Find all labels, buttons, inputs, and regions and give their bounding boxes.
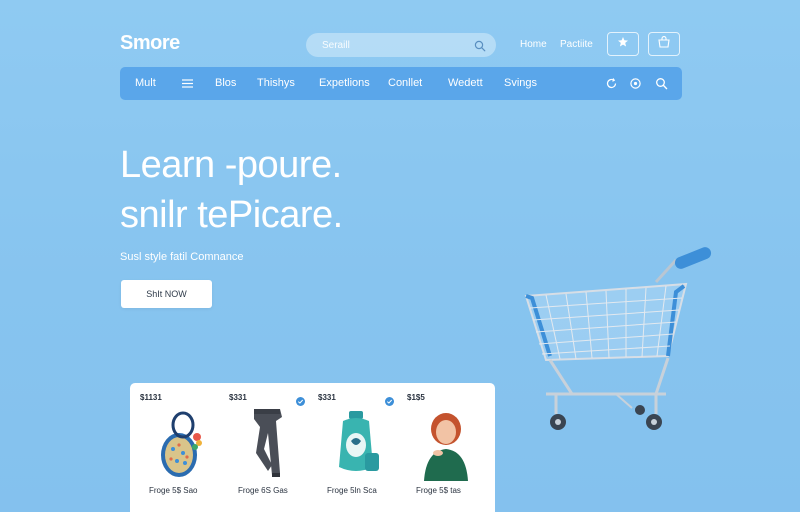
nav-item-expetlions[interactable]: Expetlions [319,77,370,89]
hero-subtitle: Susl style fatil Comnance [120,251,244,263]
refresh-icon[interactable] [605,77,618,90]
search-input[interactable] [320,38,474,52]
product-card[interactable]: $1$5 Froge 5$ tas [404,389,487,512]
product-card[interactable]: $331 Froge 5ln Sca [315,389,398,512]
shop-now-button[interactable]: ShIt NOW [121,280,212,308]
nav-link-home[interactable]: Home [520,39,547,50]
nav-link-pactiite[interactable]: Pactiite [560,39,593,50]
product-card[interactable]: $1131 Froge 5$ Sao [137,389,220,512]
bag-icon [657,35,671,53]
product-card[interactable]: $331 Froge 6S Gas [226,389,309,512]
nav-search-icon[interactable] [655,77,668,90]
shopping-cart-illustration [516,244,720,436]
search-icon[interactable] [474,39,486,52]
product-image-charm-bag [143,403,215,481]
product-price: $331 [318,393,336,402]
nav-item-blos[interactable]: Blos [215,77,236,89]
product-image-pants [232,403,304,481]
product-name: Froge 5ln Sca [327,486,377,495]
product-name: Froge 5$ tas [416,486,461,495]
product-price: $331 [229,393,247,402]
nav-item-mult[interactable]: Mult [135,77,156,89]
nav-item-thishys[interactable]: Thishys [257,77,295,89]
nav-item-wedett[interactable]: Wedett [448,77,483,89]
product-image-bottle [321,403,393,481]
favorites-button[interactable] [607,32,639,56]
search-bar[interactable] [306,33,496,57]
menu-icon[interactable] [181,77,194,90]
product-name: Froge 5$ Sao [149,486,198,495]
product-panel: $1131 Froge 5$ Sao $331 Froge 6S Gas $33… [130,383,495,512]
hero-title-line-1: Learn -poure. [120,144,342,186]
cart-button[interactable] [648,32,680,56]
product-name: Froge 6S Gas [238,486,288,495]
product-price: $1131 [140,393,162,402]
product-price: $1$5 [407,393,425,402]
check-icon [296,393,305,406]
main-navbar: Mult Blos Thishys Expetlions Conllet Wed… [120,67,682,100]
nav-item-svings[interactable]: Svings [504,77,537,89]
star-icon [617,35,629,53]
product-image-person [410,403,482,481]
settings-icon[interactable] [629,77,642,90]
nav-item-conllet[interactable]: Conllet [388,77,422,89]
brand-logo[interactable]: Smore [120,32,180,55]
check-icon [385,393,394,406]
hero-title: Learn -poure. snilr tePicare. [120,140,343,240]
hero-title-line-2: snilr tePicare. [120,194,343,236]
